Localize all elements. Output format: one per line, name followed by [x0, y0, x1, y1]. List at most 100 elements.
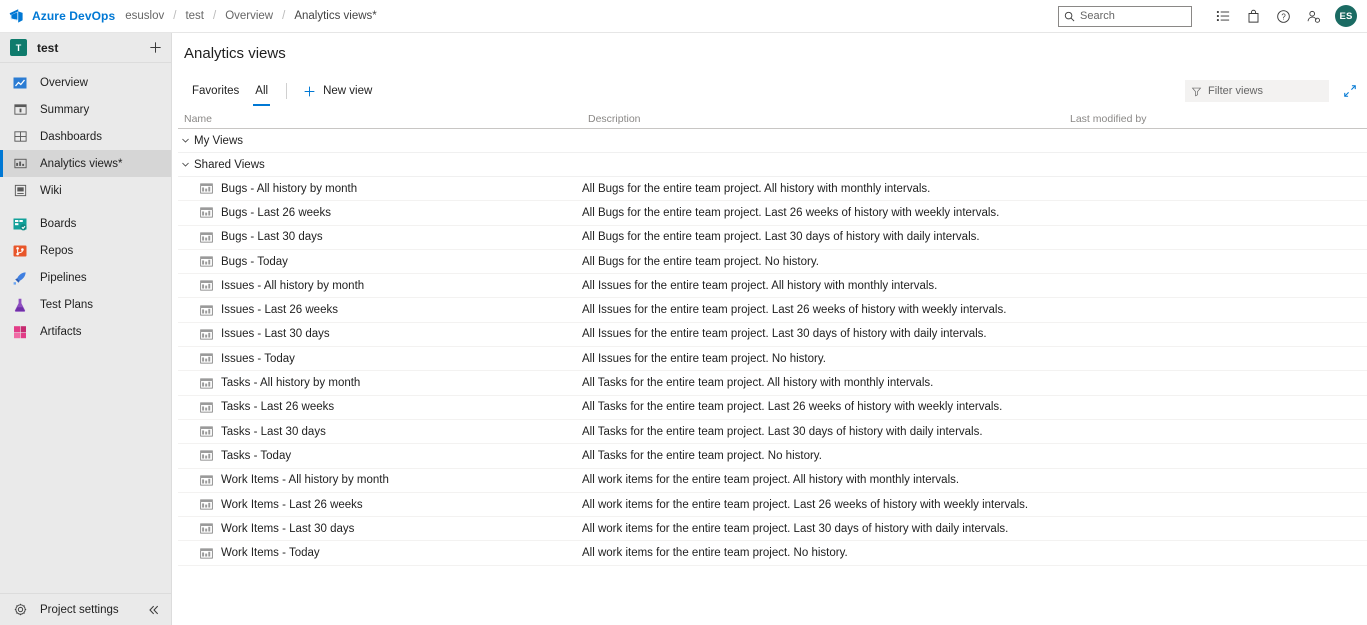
table-row[interactable]: Work Items - Last 30 days All work items … [178, 517, 1367, 542]
cell-name[interactable]: Tasks - All history by month [178, 377, 582, 389]
analytics-view-icon [199, 183, 213, 195]
table-row[interactable]: Issues - Today All Issues for the entire … [178, 347, 1367, 372]
cell-name[interactable]: Tasks - Last 26 weeks [178, 401, 582, 413]
cell-name[interactable]: Work Items - Last 30 days [178, 523, 582, 535]
sidebar-item-repos[interactable]: Repos [0, 237, 171, 264]
view-name: Bugs - All history by month [221, 182, 358, 195]
table-row[interactable]: Issues - Last 26 weeks All Issues for the… [178, 298, 1367, 323]
column-header-description[interactable]: Description [588, 113, 1070, 128]
top-bar: Azure DevOps esuslov / test / Overview /… [0, 0, 1367, 33]
table-row[interactable]: Tasks - All history by month All Tasks fo… [178, 371, 1367, 396]
analytics-view-icon [199, 450, 213, 462]
breadcrumb-section[interactable]: Overview [225, 10, 273, 22]
search-placeholder: Search [1080, 10, 1115, 22]
add-new-button[interactable] [148, 40, 163, 55]
new-view-label: New view [323, 85, 373, 97]
view-name: Issues - Last 26 weeks [221, 304, 338, 317]
sidebar-item-overview[interactable]: Overview [0, 69, 171, 96]
chevron-down-icon[interactable] [178, 135, 192, 146]
table-row[interactable]: Issues - Last 30 days All Issues for the … [178, 323, 1367, 348]
sidebar-item-test-plans[interactable]: Test Plans [0, 291, 171, 318]
cell-description: All Bugs for the entire team project. La… [582, 231, 980, 244]
view-name: Tasks - Last 30 days [221, 425, 326, 438]
cell-name[interactable]: Bugs - Last 26 weeks [178, 207, 582, 219]
marketplace-bag-icon[interactable] [1238, 0, 1268, 33]
artifacts-icon [12, 324, 28, 340]
test-plans-icon [12, 297, 28, 313]
backlog-icon[interactable] [1208, 0, 1238, 33]
tab-favorites[interactable]: Favorites [184, 74, 247, 108]
cell-name[interactable]: Issues - Today [178, 353, 582, 365]
filter-funnel-icon [1191, 87, 1202, 96]
cell-name[interactable]: Work Items - All history by month [178, 474, 582, 486]
cell-description: All work items for the entire team proje… [582, 498, 1029, 511]
view-name: Tasks - Last 26 weeks [221, 401, 335, 414]
sidebar-item-pipelines[interactable]: Pipelines [0, 264, 171, 291]
cell-name[interactable]: Bugs - All history by month [178, 183, 582, 195]
analytics-view-icon [199, 304, 213, 316]
view-name: Bugs - Today [221, 255, 288, 268]
group-row[interactable]: Shared Views [178, 153, 1367, 177]
cell-description: All Tasks for the entire team project. L… [582, 401, 1003, 414]
project-settings-item[interactable]: Project settings [0, 593, 171, 625]
table-row[interactable]: Tasks - Last 30 days All Tasks for the en… [178, 420, 1367, 445]
collapse-sidebar-button[interactable] [147, 603, 161, 617]
sidebar-item-analytics-views[interactable]: Analytics views* [0, 150, 171, 177]
cell-name[interactable]: Bugs - Last 30 days [178, 231, 582, 243]
cell-name[interactable]: Tasks - Today [178, 450, 582, 462]
azure-devops-logo[interactable] [0, 8, 32, 25]
tab-all[interactable]: All [247, 74, 276, 108]
analytics-view-icon [199, 353, 213, 365]
sidebar-item-label: Dashboards [40, 130, 103, 143]
cell-name[interactable]: Work Items - Today [178, 547, 582, 559]
cell-name[interactable]: Issues - All history by month [178, 280, 582, 292]
sidebar-item-dashboards[interactable]: Dashboards [0, 123, 171, 150]
table-row[interactable]: Tasks - Today All Tasks for the entire te… [178, 444, 1367, 469]
table-row[interactable]: Work Items - Last 26 weeks All work items… [178, 493, 1367, 518]
breadcrumb-page[interactable]: Analytics views* [294, 10, 376, 22]
breadcrumb-organization[interactable]: esuslov [125, 10, 164, 22]
analytics-view-icon [199, 256, 213, 268]
sidebar: T test Overview Summary Dashboards Analy… [0, 33, 172, 625]
cell-name[interactable]: Issues - Last 26 weeks [178, 304, 582, 316]
sidebar-item-summary[interactable]: Summary [0, 96, 171, 123]
sidebar-item-boards[interactable]: Boards [0, 210, 171, 237]
sidebar-item-wiki[interactable]: Wiki [0, 177, 171, 204]
group-label: My Views [194, 134, 243, 147]
sidebar-item-artifacts[interactable]: Artifacts [0, 318, 171, 345]
brand-name[interactable]: Azure DevOps [32, 9, 115, 23]
new-view-button[interactable]: New view [297, 74, 378, 108]
table-row[interactable]: Bugs - All history by month All Bugs for … [178, 177, 1367, 202]
breadcrumb-project[interactable]: test [185, 10, 204, 22]
table-row[interactable]: Bugs - Last 26 weeks All Bugs for the ent… [178, 201, 1367, 226]
project-header[interactable]: T test [0, 33, 171, 63]
page-title: Analytics views [184, 45, 286, 62]
cell-name[interactable]: Bugs - Today [178, 256, 582, 268]
search-input[interactable]: Search [1058, 5, 1192, 27]
sidebar-item-label: Wiki [40, 184, 62, 197]
table-row[interactable]: Bugs - Today All Bugs for the entire team… [178, 250, 1367, 275]
sidebar-item-label: Repos [40, 244, 74, 257]
column-header-name[interactable]: Name [178, 113, 588, 128]
table-row[interactable]: Work Items - All history by month All wor… [178, 469, 1367, 493]
table-row[interactable]: Tasks - Last 26 weeks All Tasks for the e… [178, 396, 1367, 420]
cell-name[interactable]: Issues - Last 30 days [178, 328, 582, 340]
view-name: Issues - Today [221, 352, 295, 365]
view-name: Work Items - Today [221, 547, 320, 560]
filter-views-input[interactable]: Filter views [1185, 80, 1329, 102]
table-row[interactable]: Work Items - Today All work items for the… [178, 541, 1367, 566]
table-row[interactable]: Bugs - Last 30 days All Bugs for the enti… [178, 226, 1367, 250]
summary-icon [12, 102, 28, 118]
cell-name[interactable]: Work Items - Last 26 weeks [178, 499, 582, 511]
chevron-down-icon[interactable] [178, 159, 192, 170]
help-icon[interactable]: ? [1268, 0, 1298, 33]
user-settings-icon[interactable] [1298, 0, 1328, 33]
table-row[interactable]: Issues - All history by month All Issues … [178, 274, 1367, 299]
avatar[interactable]: ES [1335, 5, 1357, 27]
fullscreen-button[interactable] [1343, 84, 1357, 98]
overview-icon [12, 75, 28, 91]
column-header-last-modified-by[interactable]: Last modified by [1070, 113, 1367, 128]
cell-name[interactable]: Tasks - Last 30 days [178, 426, 582, 438]
cell-description: All Tasks for the entire team project. L… [582, 425, 983, 438]
group-row[interactable]: My Views [178, 129, 1367, 153]
